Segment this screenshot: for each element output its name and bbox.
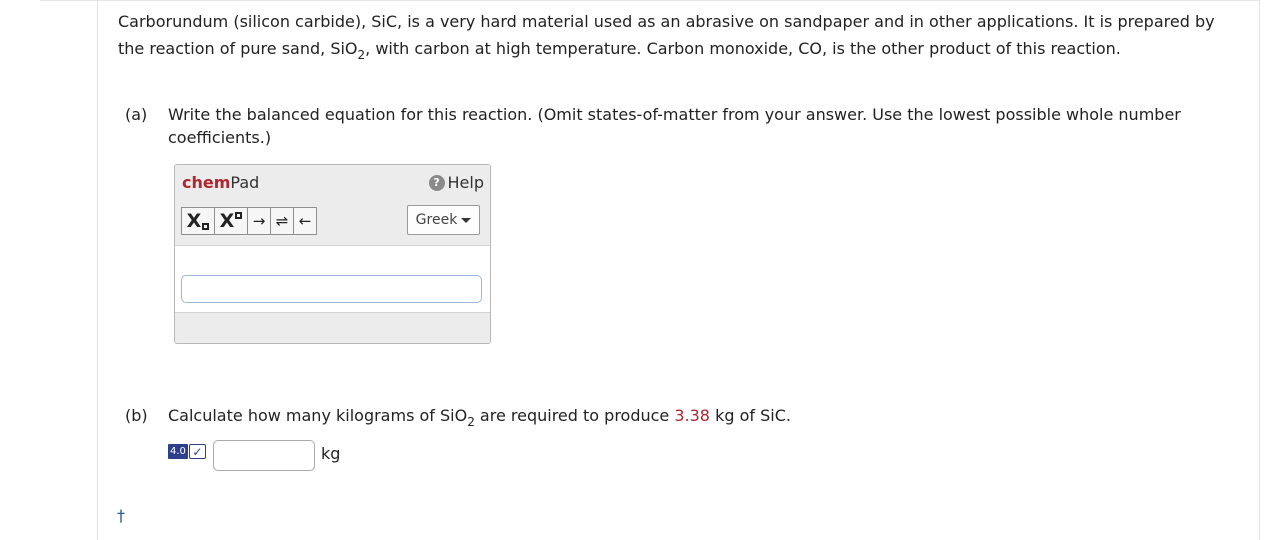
greek-dropdown[interactable]: Greek [407,205,480,235]
answer-unit: kg [321,444,341,463]
superscript-box-icon [235,212,243,219]
right-arrow-button[interactable]: → [247,207,271,235]
chempad-equation-input[interactable] [181,275,482,303]
formatting-toolbar: X X → ⇌ ← [181,207,317,237]
help-icon: ? [428,174,445,191]
sig-fig-label: 4.0 [168,444,188,459]
left-arrow-icon: ← [298,212,312,230]
superscript-icon: X [219,210,235,232]
greek-label: Greek [415,212,458,228]
question-intro: Carborundum (silicon carbide), SiC, is a… [118,12,1215,62]
subscript-icon: X [186,210,202,232]
caret-down-icon [461,217,472,223]
subscript-box-icon [202,223,210,230]
left-arrow-button[interactable]: ← [293,207,317,235]
chempad-toolbar: X X → ⇌ ← Greek [175,199,490,246]
dagger-footnote-icon[interactable]: † [117,506,125,525]
superscript-button[interactable]: X [214,207,248,235]
right-arrow-icon: → [252,212,266,230]
chempad-footer [175,312,490,343]
chempad-header: chemPad ? Help [175,165,490,200]
answer-input[interactable] [213,440,315,471]
chempad-title-chem: chem [182,173,231,192]
subscript-button[interactable]: X [181,207,215,235]
part-b-prompt: Calculate how many kilograms of SiO2 are… [168,406,791,429]
chempad-title-pad: Pad [230,173,260,192]
sig-fig-checker[interactable]: 4.0 ✓ [168,443,208,460]
part-b-label: (b) [125,406,148,425]
equilibrium-arrow-button[interactable]: ⇌ [270,207,294,235]
given-mass-value: 3.38 [674,406,710,425]
chempad-title: chemPad [182,173,259,192]
help-button[interactable]: ? Help [428,173,484,192]
equilibrium-arrow-icon: ⇌ [275,212,289,230]
help-label: Help [447,173,484,192]
part-a-label: (a) [125,105,148,124]
chempad-widget: chemPad ? Help X X → ⇌ ← Greek [174,164,491,344]
checkmark-icon: ✓ [188,444,206,459]
part-a-prompt: Write the balanced equation for this rea… [168,105,1181,147]
